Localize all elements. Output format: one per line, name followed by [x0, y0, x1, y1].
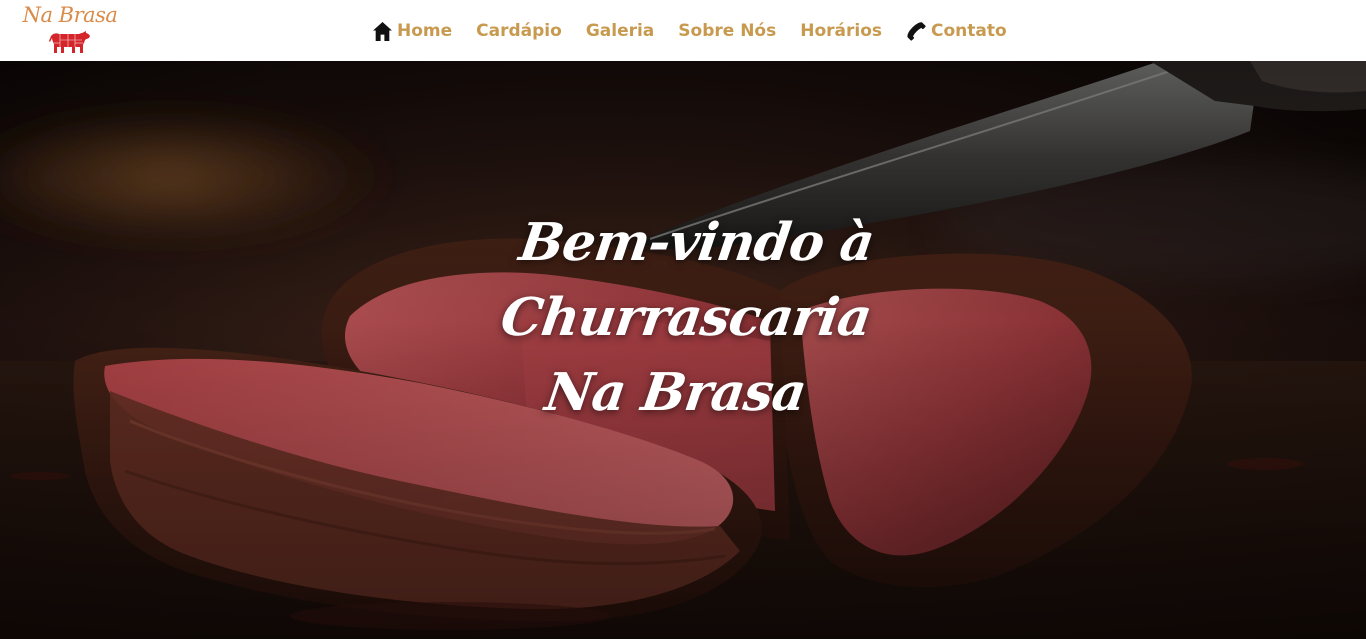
logo-text: Na Brasa: [22, 3, 118, 27]
nav-sobre-nos-label: Sobre Nós: [678, 21, 777, 41]
nav-horarios-link[interactable]: Horários: [800, 19, 882, 43]
nav-galeria-label: Galeria: [585, 21, 655, 41]
nav-sobre-nos-link[interactable]: Sobre Nós: [678, 19, 776, 43]
logo-link[interactable]: Na Brasa: [22, 2, 118, 58]
hero-title-line-3: Na Brasa: [541, 362, 810, 423]
hero-title-line-2: Churrascaria: [497, 287, 875, 348]
home-icon: [373, 21, 392, 41]
nav-galeria-link[interactable]: Galeria: [586, 19, 654, 43]
nav-cardapio-label: Cardápio: [476, 21, 562, 41]
cow-icon: [49, 31, 90, 53]
nav-home-label: Home: [397, 21, 453, 41]
nav-home-link[interactable]: Home: [372, 19, 452, 43]
phone-icon: [907, 21, 926, 41]
nav-cardapio-link[interactable]: Cardápio: [476, 19, 562, 43]
nav-horarios-label: Horários: [800, 21, 883, 41]
navbar: Na Brasa Home Cardápio Galeria Sobre Nós…: [0, 0, 1366, 61]
main-nav: Home Cardápio Galeria Sobre Nós Horários…: [372, 18, 1007, 44]
hero-title-line-1: Bem-vindo à: [515, 212, 878, 273]
hero-title: Bem-vindo à Churrascaria Na Brasa: [470, 205, 902, 430]
hero-banner: Bem-vindo à Churrascaria Na Brasa: [0, 61, 1366, 639]
nav-contato-label: Contato: [931, 21, 1007, 41]
nav-contato-link[interactable]: Contato: [906, 19, 1007, 43]
